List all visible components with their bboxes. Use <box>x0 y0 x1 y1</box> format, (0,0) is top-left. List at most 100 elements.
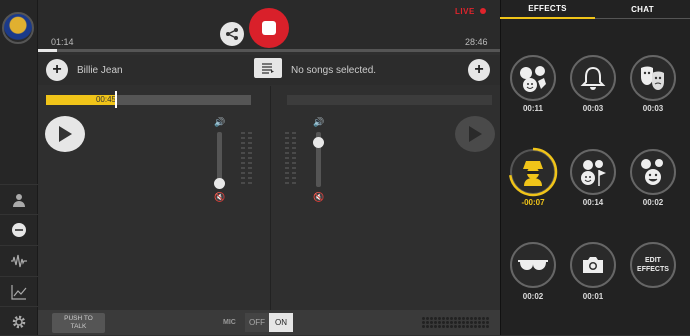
edit-effects-line2: EFFECTS <box>637 266 669 273</box>
meter-segment <box>241 157 245 159</box>
deck-a-add-song-button[interactable]: + <box>46 59 68 81</box>
meter-segment <box>241 177 245 179</box>
tab-chat[interactable]: CHAT <box>595 0 690 19</box>
meter-segment <box>292 167 296 169</box>
mic-level-dot <box>422 317 425 320</box>
effect-sunglasses-button[interactable] <box>510 242 556 288</box>
sunglasses-icon <box>518 260 548 270</box>
meter-segment <box>241 152 245 154</box>
mic-off-toggle[interactable]: OFF <box>245 313 269 332</box>
mic-level-dot <box>474 321 477 324</box>
mic-level-dot <box>470 317 473 320</box>
deck-b-track-bar[interactable] <box>287 95 492 105</box>
deck-a-track-handle[interactable] <box>115 91 117 108</box>
mic-level-dot <box>422 321 425 324</box>
mic-level-dot <box>422 325 425 328</box>
live-dot <box>480 8 486 14</box>
meter-segment <box>248 152 252 154</box>
mic-level-dot <box>442 325 445 328</box>
meter-segment <box>285 167 289 169</box>
meter-segment <box>248 182 252 184</box>
edit-effects-line1: EDIT <box>645 257 661 264</box>
mic-level-dot <box>434 325 437 328</box>
edit-effects-button[interactable]: EDIT EFFECTS <box>630 242 676 288</box>
effect-countdown-ring <box>508 147 558 197</box>
deck-a-play-button[interactable] <box>45 116 85 152</box>
mic-level-dot <box>462 321 465 324</box>
playlist-button[interactable] <box>254 58 282 78</box>
push-to-talk-line1: PUSH TO <box>64 315 93 322</box>
volume-icon: 🔊 <box>214 117 226 127</box>
deck-b-level-meter <box>285 132 296 184</box>
mic-level-dot <box>486 317 489 320</box>
mic-level-dot <box>446 317 449 320</box>
meter-segment <box>292 162 296 164</box>
applause-faces-icon <box>520 66 546 92</box>
effect-bell-button[interactable] <box>570 55 616 101</box>
effect-spy-button[interactable] <box>508 147 558 197</box>
bell-icon <box>580 66 606 90</box>
camera-icon <box>583 257 603 273</box>
mic-level-dot <box>482 321 485 324</box>
broadcast-progress-track[interactable] <box>38 49 500 52</box>
meter-segment <box>292 182 296 184</box>
effect-camera-button[interactable] <box>570 242 616 288</box>
meter-segment <box>248 162 252 164</box>
mic-on-toggle[interactable]: ON <box>269 313 293 332</box>
meter-segment <box>248 167 252 169</box>
push-to-talk-line2: TALK <box>70 323 87 330</box>
effect-laughing-button[interactable] <box>630 149 676 195</box>
deck-a-volume-knob[interactable] <box>214 178 225 189</box>
deck-a-song-title: Billie Jean <box>77 65 123 76</box>
mic-level-dot <box>446 325 449 328</box>
share-button[interactable] <box>220 22 244 46</box>
deck-b-volume-knob[interactable] <box>313 137 324 148</box>
meter-segment <box>248 157 252 159</box>
effect-masks-button[interactable] <box>630 55 676 101</box>
mic-level-dot <box>466 325 469 328</box>
meter-segment <box>241 182 245 184</box>
mic-level-dot <box>446 321 449 324</box>
meter-segment <box>285 157 289 159</box>
deck-b-play-button[interactable] <box>455 116 495 152</box>
meter-segment <box>292 142 296 144</box>
tab-effects[interactable]: EFFECTS <box>500 0 595 19</box>
mic-level-dot <box>454 321 457 324</box>
mic-level-dot <box>470 321 473 324</box>
push-to-talk-button[interactable]: PUSH TO TALK <box>52 313 105 333</box>
mic-level-dot <box>426 321 429 324</box>
meter-segment <box>285 137 289 139</box>
avatar[interactable] <box>2 12 34 44</box>
effect-applause-button[interactable] <box>510 55 556 101</box>
mic-level-dot <box>450 317 453 320</box>
meter-segment <box>292 177 296 179</box>
mic-level-dot <box>434 317 437 320</box>
audio-button[interactable] <box>0 245 38 275</box>
mic-level-dot <box>482 317 485 320</box>
meter-segment <box>292 132 296 134</box>
plus-icon: + <box>52 61 62 78</box>
live-indicator: LIVE <box>455 7 475 16</box>
meter-segment <box>241 137 245 139</box>
mic-level-dot <box>454 317 457 320</box>
meter-segment <box>292 172 296 174</box>
play-icon <box>59 126 72 142</box>
meter-segment <box>241 162 245 164</box>
effect-faces-flag-button[interactable] <box>570 149 616 195</box>
mic-level-dot <box>474 317 477 320</box>
settings-button[interactable] <box>0 306 38 336</box>
profile-button[interactable] <box>0 184 38 214</box>
meter-segment <box>241 172 245 174</box>
mic-level-dot <box>450 325 453 328</box>
mic-level-dot <box>438 321 441 324</box>
mic-level-dot <box>486 325 489 328</box>
meter-segment <box>248 132 252 134</box>
deck-b-add-song-button[interactable]: + <box>468 59 490 81</box>
waveform-icon <box>11 254 27 267</box>
stop-broadcast-button[interactable] <box>249 8 289 48</box>
meter-segment <box>285 132 289 134</box>
mic-level-dot <box>454 325 457 328</box>
on-air-button[interactable] <box>0 214 38 244</box>
mic-level-dot <box>470 325 473 328</box>
stats-button[interactable] <box>0 276 38 306</box>
